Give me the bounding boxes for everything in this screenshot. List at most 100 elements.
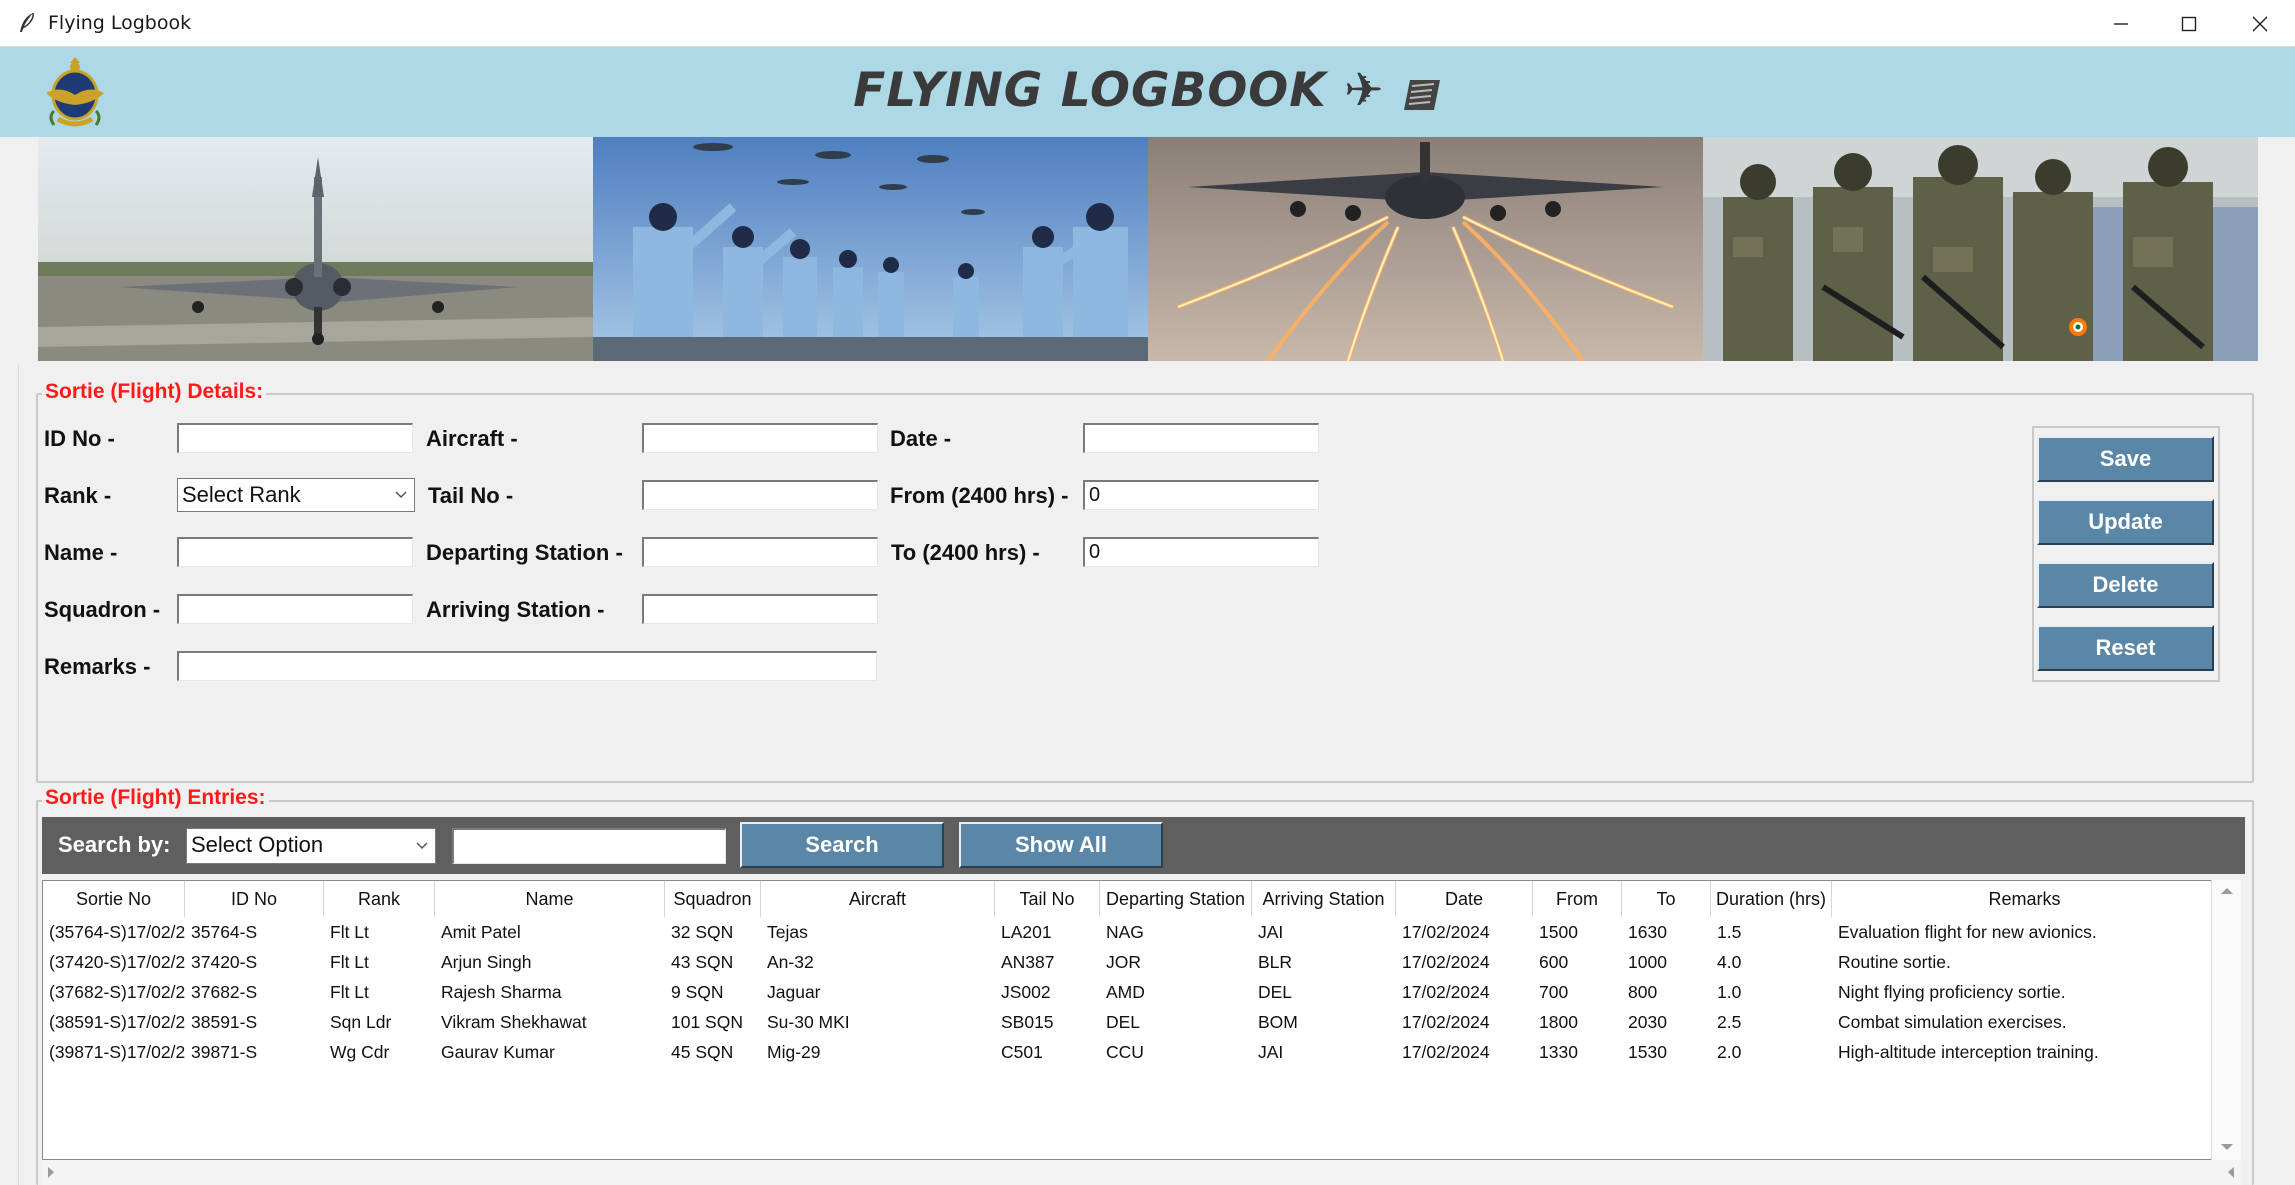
table-cell: 17/02/2024 [1402, 982, 1490, 1002]
fighter-jet-image [38, 137, 593, 361]
table-cell: 1000 [1628, 952, 1667, 972]
table-cell: Tejas [767, 922, 808, 942]
table-cell: Mig-29 [767, 1042, 821, 1062]
feather-icon [14, 10, 40, 36]
app-header: FLYING LOGBOOK ✈ [0, 47, 2295, 137]
table-cell: Amit Patel [441, 922, 521, 942]
date-label: Date - [890, 426, 952, 451]
table-cell: 38591-S [191, 1012, 258, 1032]
table-cell: Flt Lt [330, 952, 369, 972]
table-cell: (35764-S)17/02/2 [49, 922, 185, 942]
column-header[interactable]: From [1533, 881, 1622, 917]
tail-no-label: Tail No - [428, 483, 514, 508]
table-cell: 32 SQN [671, 922, 734, 942]
column-header[interactable]: Tail No [995, 881, 1100, 917]
table-cell: 37420-S [191, 952, 258, 972]
table-row[interactable]: (35764-S)17/02/2 35764-S Flt Lt Amit Patel 3… [43, 917, 2229, 947]
search-input[interactable] [452, 828, 726, 864]
column-header[interactable]: Date [1396, 881, 1533, 917]
column-header[interactable]: Rank [324, 881, 435, 917]
table-cell: 2.5 [1717, 1012, 1742, 1032]
table-cell: (38591-S)17/02/2 [49, 1012, 185, 1032]
from-label: From (2400 hrs) - [890, 483, 1069, 508]
search-bar: Search by: Select Option Search Show All [42, 817, 2245, 874]
arriving-station-input[interactable] [642, 594, 878, 624]
entries-section-title: Sortie (Flight) Entries: [42, 786, 269, 810]
header-title: FLYING LOGBOOK ✈ [0, 63, 2295, 118]
aircraft-label: Aircraft - [426, 426, 518, 451]
table-cell: 43 SQN [671, 952, 734, 972]
search-option-value: Select Option [191, 832, 324, 857]
departing-station-input[interactable] [642, 537, 878, 567]
table-cell: 2.0 [1717, 1042, 1742, 1062]
table-cell: AN387 [1001, 952, 1055, 972]
column-header[interactable]: Departing Station [1100, 881, 1252, 917]
close-button[interactable] [2226, 0, 2294, 47]
rank-select[interactable]: Select Rank [177, 478, 415, 512]
to-input[interactable]: 0 [1083, 537, 1319, 567]
save-button[interactable]: Save [2037, 436, 2214, 482]
table-cell: 101 SQN [671, 1012, 743, 1032]
search-option-select[interactable]: Select Option [186, 828, 436, 864]
table-cell: 1.0 [1717, 982, 1742, 1002]
column-header[interactable]: Squadron [665, 881, 761, 917]
rank-label: Rank - [44, 483, 112, 508]
search-button[interactable]: Search [740, 822, 944, 868]
table-cell: 9 SQN [671, 982, 724, 1002]
column-header[interactable]: Duration (hrs) [1711, 881, 1832, 917]
name-input[interactable] [177, 537, 413, 567]
table-cell: Evaluation flight for new avionics. [1838, 922, 2097, 942]
table-cell: Jaguar [767, 982, 821, 1002]
show-all-button[interactable]: Show All [959, 822, 1163, 868]
column-header[interactable]: Arriving Station [1252, 881, 1396, 917]
table-row[interactable]: (37420-S)17/02/2 37420-S Flt Lt Arjun Singh… [43, 947, 2229, 977]
maximize-button[interactable] [2155, 0, 2223, 47]
chevron-down-icon [415, 829, 429, 874]
column-header[interactable]: Name [435, 881, 665, 917]
entries-table[interactable]: Sortie No ID No Rank Name Squadron Aircr… [42, 880, 2230, 1160]
table-cell: 1500 [1539, 922, 1578, 942]
table-cell: 1800 [1539, 1012, 1578, 1032]
table-row[interactable]: (38591-S)17/02/2 38591-S Sqn Ldr Vikram She… [43, 1007, 2229, 1037]
table-cell: Night flying proficiency sortie. [1838, 982, 2066, 1002]
table-cell: JAI [1258, 1042, 1284, 1062]
minimize-button[interactable] [2087, 0, 2155, 47]
table-cell: C501 [1001, 1042, 1043, 1062]
remarks-input[interactable] [177, 651, 877, 681]
table-cell: Routine sortie. [1838, 952, 1951, 972]
from-input[interactable]: 0 [1083, 480, 1319, 510]
delete-button[interactable]: Delete [2037, 562, 2214, 608]
window-titlebar: Flying Logbook [0, 0, 2295, 47]
table-cell: Gaurav Kumar [441, 1042, 555, 1062]
column-header[interactable]: Remarks [1832, 881, 2217, 917]
table-cell: Rajesh Sharma [441, 982, 562, 1002]
transport-aircraft-flares-image [1148, 137, 1703, 361]
table-cell: Flt Lt [330, 982, 369, 1002]
table-row[interactable]: (37682-S)17/02/2 37682-S Flt Lt Rajesh Shar… [43, 977, 2229, 1007]
table-cell: Su-30 MKI [767, 1012, 850, 1032]
table-cell: BOM [1258, 1012, 1298, 1032]
table-cell: 800 [1628, 982, 1658, 1002]
table-cell: 17/02/2024 [1402, 922, 1490, 942]
date-input[interactable] [1083, 423, 1319, 453]
table-cell: NAG [1106, 922, 1144, 942]
name-label: Name - [44, 540, 118, 565]
update-button[interactable]: Update [2037, 499, 2214, 545]
squadron-label: Squadron - [44, 597, 161, 622]
column-header[interactable]: ID No [185, 881, 324, 917]
reset-button[interactable]: Reset [2037, 625, 2214, 671]
rank-select-value: Select Rank [182, 482, 301, 507]
table-cell: 17/02/2024 [1402, 952, 1490, 972]
vertical-scrollbar[interactable] [2211, 880, 2241, 1160]
id-no-input[interactable] [177, 423, 413, 453]
table-row[interactable]: (39871-S)17/02/2 39871-S Wg Cdr Gaurav Kuma… [43, 1037, 2229, 1067]
squadron-input[interactable] [177, 594, 413, 624]
tail-no-input[interactable] [642, 480, 878, 510]
column-header[interactable]: Aircraft [761, 881, 995, 917]
column-header[interactable]: To [1622, 881, 1711, 917]
horizontal-scrollbar[interactable] [42, 1160, 2242, 1185]
aircraft-input[interactable] [642, 423, 878, 453]
column-header[interactable]: Sortie No [43, 881, 185, 917]
table-cell: Combat simulation exercises. [1838, 1012, 2067, 1032]
arriving-station-label: Arriving Station - [426, 597, 605, 622]
